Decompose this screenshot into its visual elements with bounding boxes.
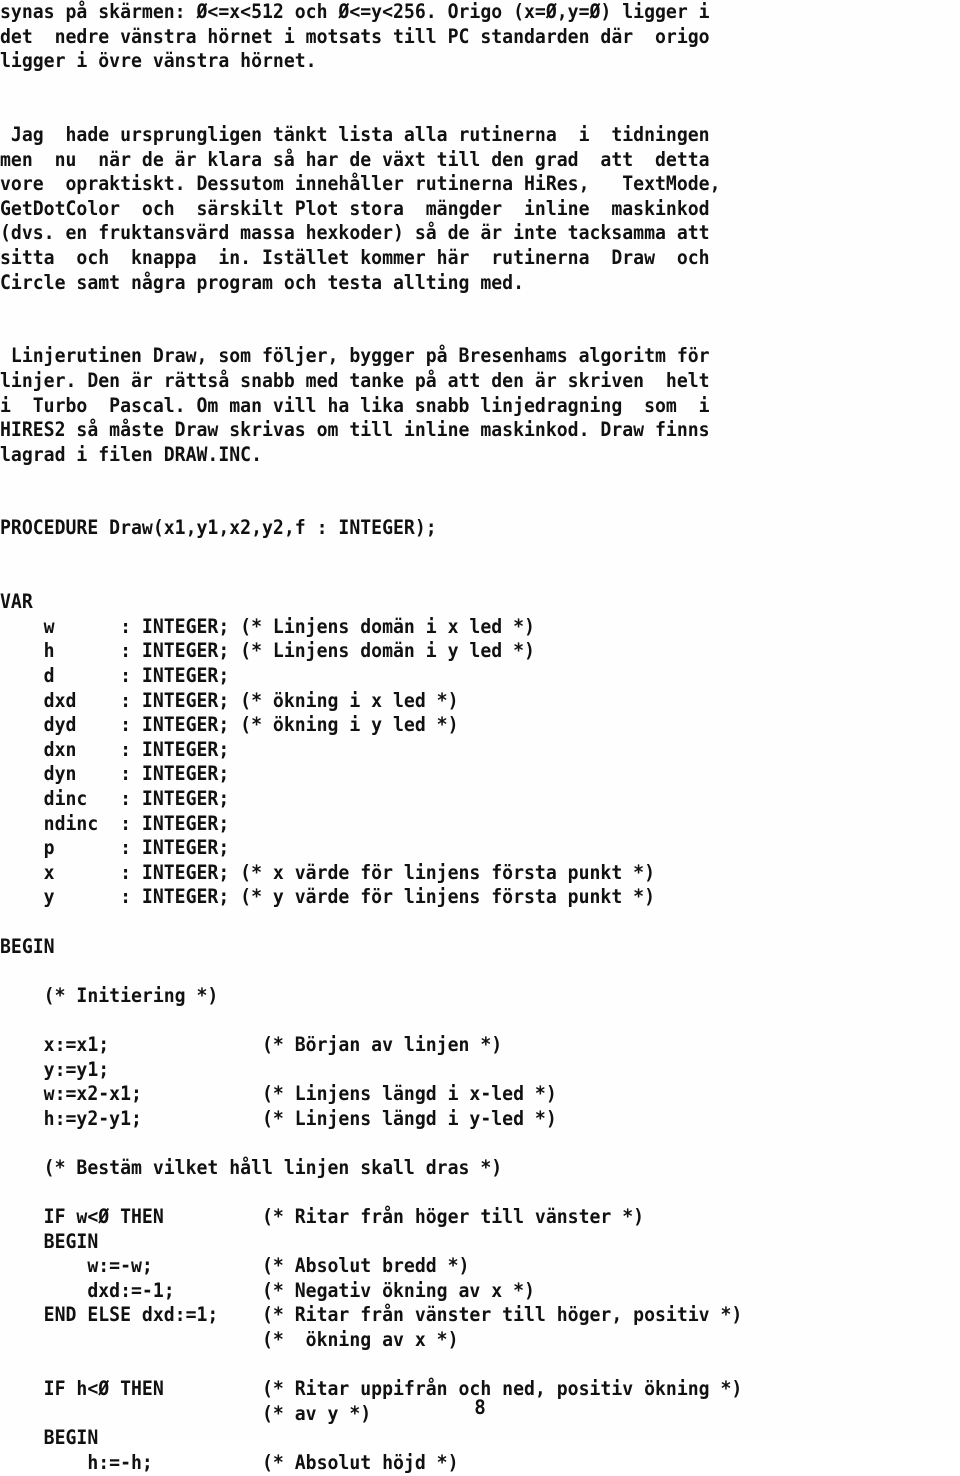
scanned-page: synas på skärmen: Ø<=x<512 och Ø<=y<256.… — [0, 0, 960, 1474]
listing-line: Jag hade ursprungligen tänkt lista alla … — [0, 122, 710, 146]
listing-line: w : INTEGER; (* Linjens domän i x led *) — [0, 614, 535, 638]
listing-line — [0, 1131, 907, 1156]
listing-line: BEGIN — [0, 1229, 99, 1253]
listing-line: h:=-h; (* Absolut höjd *) — [0, 1451, 459, 1475]
listing-line: HIRES2 så måste Draw skrivas om till inl… — [0, 418, 710, 442]
listing-line — [0, 566, 907, 591]
listing-line: lagrad i filen DRAW.INC. — [0, 442, 263, 466]
listing-line — [0, 541, 907, 566]
listing-text-block: synas på skärmen: Ø<=x<512 och Ø<=y<256.… — [0, 0, 960, 1476]
listing-line: sitta och knappa in. Istället kommer här… — [0, 245, 710, 269]
listing-line — [0, 492, 907, 517]
listing-line: w:=-w; (* Absolut bredd *) — [0, 1254, 470, 1278]
listing-line: y : INTEGER; (* y värde för linjens förs… — [0, 885, 656, 909]
listing-line — [0, 98, 907, 123]
listing-line: linjer. Den är rättså snabb med tanke på… — [0, 368, 710, 392]
listing-line: BEGIN — [0, 934, 55, 958]
listing-line: END ELSE dxd:=1; (* Ritar från vänster t… — [0, 1303, 743, 1327]
listing-line — [0, 910, 907, 935]
listing-line: dyd : INTEGER; (* ökning i y led *) — [0, 713, 459, 737]
listing-line: GetDotColor och särskilt Plot stora mäng… — [0, 196, 710, 220]
listing-line: x : INTEGER; (* x värde för linjens förs… — [0, 860, 656, 884]
listing-line: dxd : INTEGER; (* ökning i x led *) — [0, 688, 459, 712]
listing-line: dxd:=-1; (* Negativ ökning av x *) — [0, 1278, 535, 1302]
listing-line: dxn : INTEGER; — [0, 737, 230, 761]
listing-line: vore opraktiskt. Dessutom innehåller rut… — [0, 172, 721, 196]
listing-line: (* Bestäm vilket håll linjen skall dras … — [0, 1155, 503, 1179]
listing-line: ligger i övre vänstra hörnet. — [0, 49, 317, 73]
listing-line: VAR — [0, 590, 33, 614]
listing-line: dinc : INTEGER; — [0, 787, 230, 810]
listing-line — [0, 1353, 907, 1378]
listing-line — [0, 1008, 907, 1033]
listing-line: ndinc : INTEGER; — [0, 811, 230, 835]
listing-line: h:=y2-y1; (* Linjens längd i y-led *) — [0, 1106, 557, 1130]
listing-line: x:=x1; (* Början av linjen *) — [0, 1032, 503, 1056]
listing-line: IF w<Ø THEN (* Ritar från höger till vän… — [0, 1205, 645, 1229]
listing-line: det nedre vänstra hörnet i motsats till … — [0, 24, 710, 48]
listing-line — [0, 959, 907, 984]
listing-line: i Turbo Pascal. Om man vill ha lika snab… — [0, 393, 710, 417]
listing-line — [0, 320, 907, 345]
listing-line — [0, 74, 907, 99]
listing-line: w:=x2-x1; (* Linjens längd i x-led *) — [0, 1082, 557, 1106]
listing-line — [0, 295, 907, 320]
listing-line: men nu när de är klara så har de växt ti… — [0, 147, 710, 171]
listing-line: y:=y1; — [0, 1057, 110, 1081]
listing-line: (dvs. en fruktansvärd massa hexkoder) så… — [0, 221, 710, 245]
listing-line — [0, 1181, 907, 1206]
listing-line: BEGIN — [0, 1426, 99, 1450]
listing-line: Linjerutinen Draw, som följer, bygger på… — [0, 344, 710, 368]
listing-line: h : INTEGER; (* Linjens domän i y led *) — [0, 639, 535, 663]
listing-line: p : INTEGER; — [0, 836, 230, 860]
listing-line: dyn : INTEGER; — [0, 762, 230, 786]
listing-line: (* Initiering *) — [0, 983, 219, 1007]
listing-line: synas på skärmen: Ø<=x<512 och Ø<=y<256.… — [0, 0, 710, 23]
listing-line: d : INTEGER; — [0, 664, 230, 688]
listing-line: PROCEDURE Draw(x1,y1,x2,y2,f : INTEGER); — [0, 516, 437, 540]
page-number: 8 — [474, 1396, 486, 1419]
listing-line: Circle samt några program och testa allt… — [0, 270, 525, 294]
listing-line: (* ökning av x *) — [0, 1328, 459, 1352]
listing-line — [0, 467, 907, 492]
